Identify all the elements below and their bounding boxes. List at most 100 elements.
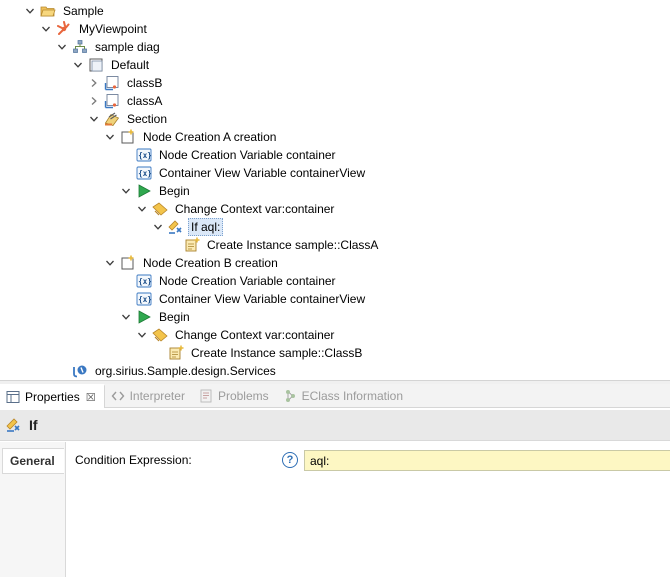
problems-icon bbox=[199, 389, 213, 403]
properties-title: If bbox=[29, 417, 38, 433]
tree-item-label: Sample bbox=[63, 4, 104, 18]
tree-item-ncb-ci[interactable]: Create Instance sample::ClassB bbox=[152, 344, 365, 362]
tree-item-label: Begin bbox=[159, 310, 190, 324]
view-tab-properties[interactable]: Properties ☒ bbox=[0, 384, 105, 408]
chevron-down-icon[interactable] bbox=[72, 56, 84, 74]
chevron-down-icon[interactable] bbox=[104, 128, 116, 146]
chevron-down-icon[interactable] bbox=[120, 182, 132, 200]
tree-item-label: Begin bbox=[159, 184, 190, 198]
tree-item-label: Section bbox=[127, 112, 168, 126]
node-creation-icon bbox=[120, 255, 136, 271]
create-instance-icon bbox=[168, 345, 184, 361]
tree-item-label: Container View Variable containerView bbox=[159, 292, 366, 306]
layer-icon bbox=[88, 57, 104, 73]
chevron-down-icon[interactable] bbox=[104, 254, 116, 272]
tree-item-services[interactable]: org.sirius.Sample.design.Services bbox=[56, 362, 279, 380]
view-tab-label: Interpreter bbox=[129, 389, 185, 403]
variable-icon: {x} bbox=[136, 147, 152, 163]
tree-item-label: Container View Variable containerView bbox=[159, 166, 366, 180]
svg-text:{x}: {x} bbox=[138, 169, 152, 178]
interpreter-icon bbox=[111, 389, 125, 403]
java-extension-icon bbox=[72, 363, 88, 379]
tree-item-label: Node Creation Variable container bbox=[159, 274, 336, 288]
variable-icon: {x} bbox=[136, 273, 152, 289]
if-icon bbox=[6, 417, 24, 433]
tree-item-nca-cvv[interactable]: {x} Container View Variable containerView bbox=[120, 164, 368, 182]
model-tree[interactable]: Sample MyViewpoint sample diag Default class… bbox=[0, 0, 670, 380]
chevron-down-icon[interactable] bbox=[120, 308, 132, 326]
view-tab-label: Properties bbox=[25, 390, 80, 404]
chevron-right-icon[interactable] bbox=[88, 74, 100, 92]
tree-item-label: Change Context var:container bbox=[175, 328, 335, 342]
tree-item-section[interactable]: Section bbox=[88, 110, 170, 128]
tree-item-label: MyViewpoint bbox=[79, 22, 147, 36]
tree-item-classB[interactable]: classB bbox=[88, 74, 165, 92]
tree-item-nca-if[interactable]: If aql: bbox=[152, 218, 224, 236]
tree-item-nca-ci[interactable]: Create Instance sample::ClassA bbox=[168, 236, 381, 254]
close-icon[interactable]: ☒ bbox=[86, 391, 96, 404]
tree-item-label: Node Creation Variable container bbox=[159, 148, 336, 162]
tree-item-label: org.sirius.Sample.design.Services bbox=[95, 364, 276, 378]
folder-icon bbox=[40, 3, 56, 19]
eclass-info-icon bbox=[283, 389, 297, 403]
tree-item-classA[interactable]: classA bbox=[88, 92, 165, 110]
tree-item-sample-diag[interactable]: sample diag bbox=[56, 38, 163, 56]
tree-item-ncb-var[interactable]: {x} Node Creation Variable container bbox=[120, 272, 339, 290]
tree-item-label: Default bbox=[111, 58, 150, 72]
tree-item-sample[interactable]: Sample bbox=[24, 2, 107, 20]
properties-title-bar: If bbox=[0, 410, 670, 441]
tree-item-ncb-cc[interactable]: Change Context var:container bbox=[136, 326, 337, 344]
condition-expression-input[interactable] bbox=[304, 450, 670, 471]
tree-item-ncb[interactable]: Node Creation B creation bbox=[104, 254, 281, 272]
chevron-down-icon[interactable] bbox=[24, 2, 36, 20]
begin-icon bbox=[136, 309, 152, 325]
svg-text:{x}: {x} bbox=[138, 151, 152, 160]
change-context-icon bbox=[152, 201, 168, 217]
tree-item-label: sample diag bbox=[95, 40, 160, 54]
chevron-down-icon[interactable] bbox=[152, 218, 164, 236]
chevron-down-icon[interactable] bbox=[56, 38, 68, 56]
node-mapping-icon bbox=[104, 93, 120, 109]
chevron-down-icon[interactable] bbox=[88, 110, 100, 128]
view-tab-label: Problems bbox=[217, 389, 269, 403]
tree-item-nca-cc[interactable]: Change Context var:container bbox=[136, 200, 337, 218]
chevron-right-icon[interactable] bbox=[88, 92, 100, 110]
tree-item-label: classA bbox=[127, 94, 163, 108]
tree-item-label: Change Context var:container bbox=[175, 202, 335, 216]
tree-item-label: Create Instance sample::ClassB bbox=[191, 346, 363, 360]
tree-item-nca-begin[interactable]: Begin bbox=[120, 182, 193, 200]
viewpoint-icon bbox=[56, 21, 72, 37]
tree-item-myviewpoint[interactable]: MyViewpoint bbox=[40, 20, 150, 38]
properties-form: Condition Expression: ? bbox=[66, 442, 670, 577]
general-tab[interactable]: General bbox=[2, 448, 64, 474]
condition-expression-label: Condition Expression: bbox=[75, 453, 192, 467]
tree-item-default[interactable]: Default bbox=[72, 56, 152, 74]
diagram-icon bbox=[72, 39, 88, 55]
svg-text:{x}: {x} bbox=[138, 277, 152, 286]
chevron-down-icon[interactable] bbox=[136, 200, 148, 218]
svg-text:{x}: {x} bbox=[138, 295, 152, 304]
change-context-icon bbox=[152, 327, 168, 343]
help-icon[interactable]: ? bbox=[282, 452, 298, 468]
begin-icon bbox=[136, 183, 152, 199]
chevron-down-icon[interactable] bbox=[136, 326, 148, 344]
node-creation-icon bbox=[120, 129, 136, 145]
view-tab-interpreter[interactable]: Interpreter bbox=[105, 384, 193, 408]
view-tab-label: EClass Information bbox=[301, 389, 403, 403]
view-tab-problems[interactable]: Problems bbox=[193, 384, 277, 408]
view-tab-eclass-information[interactable]: EClass Information bbox=[277, 384, 411, 408]
tree-item-ncb-cvv[interactable]: {x} Container View Variable containerView bbox=[120, 290, 368, 308]
tree-item-nca-var[interactable]: {x} Node Creation Variable container bbox=[120, 146, 339, 164]
if-icon bbox=[168, 219, 184, 235]
tree-item-ncb-begin[interactable]: Begin bbox=[120, 308, 193, 326]
tree-item-label: Node Creation B creation bbox=[143, 256, 278, 270]
tree-item-label: Create Instance sample::ClassA bbox=[207, 238, 379, 252]
chevron-down-icon[interactable] bbox=[40, 20, 52, 38]
tree-item-nca[interactable]: Node Creation A creation bbox=[104, 128, 279, 146]
